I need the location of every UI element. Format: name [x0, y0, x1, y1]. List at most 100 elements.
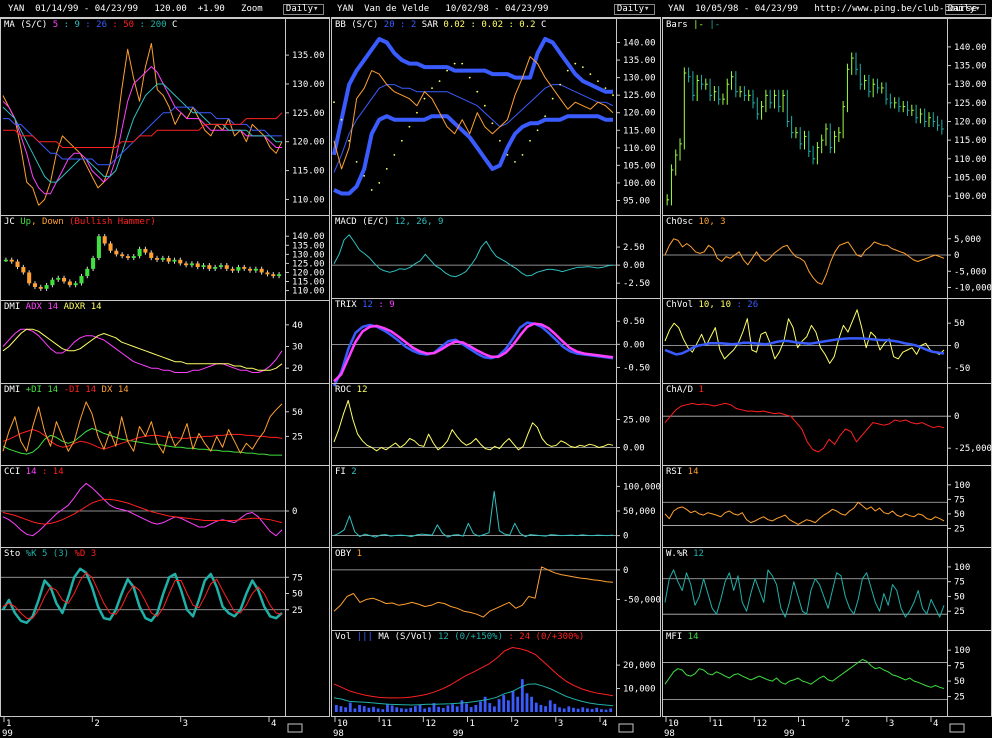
sar-dot	[408, 125, 411, 128]
candle-body	[154, 257, 160, 260]
panel-legend: Vol ||| MA (S/Vol) 12 (0/+150%) : 24 (0/…	[335, 632, 584, 642]
y-tick-label: 75	[954, 578, 965, 588]
y-tick-label: 125.00	[292, 109, 325, 119]
period-select-1[interactable]: Daily▾	[282, 4, 324, 15]
chevron-down-icon: ▾	[644, 4, 650, 14]
x-tick-label: 12	[756, 719, 767, 729]
candle-body	[67, 281, 72, 286]
series-chvol	[664, 309, 945, 364]
series-ma24	[333, 647, 614, 699]
legend-item: JC	[4, 217, 15, 227]
candle-body	[131, 256, 136, 258]
panel-rsi: RSI 14 100 75 50 25	[662, 465, 992, 534]
candle-body	[21, 267, 26, 273]
panel-legend: CCI 14 : 14	[4, 467, 64, 477]
scroll-control[interactable]	[949, 723, 965, 733]
scroll-control[interactable]	[618, 723, 634, 733]
sar-dot	[446, 69, 449, 72]
y-tick-label: 75	[292, 573, 303, 583]
candle-body	[213, 267, 218, 269]
legend-item: 14	[682, 632, 698, 642]
zoom-button[interactable]: Zoom	[241, 4, 263, 14]
y-tick-label: 0	[954, 412, 959, 422]
series-chosc	[664, 238, 945, 285]
y-tick-label: 140.00	[954, 43, 987, 53]
sar-dot	[521, 153, 524, 156]
candle-body	[195, 263, 200, 268]
sar-dot	[431, 87, 433, 90]
sar-dot	[551, 97, 554, 100]
x-tick-label: 11	[381, 719, 392, 729]
header-3-text: YAN 10/05/98 - 04/23/99 http://www.ping.…	[668, 4, 977, 14]
candle-body	[172, 259, 177, 262]
panel-chosc: ChOsc 10, 3 5,000 0 -5,000 -10,000	[662, 215, 992, 294]
y-tick-label: 0	[954, 342, 959, 352]
candle-body	[149, 252, 154, 258]
candle-body	[224, 265, 229, 269]
candle-body	[85, 268, 90, 277]
legend-item: 14	[682, 467, 698, 477]
y-tick-label: 105.00	[954, 173, 987, 183]
candle-body	[277, 274, 282, 277]
y-tick-label: 25	[292, 606, 303, 616]
sar-dot	[581, 66, 584, 68]
chevron-down-icon: ▾	[313, 4, 319, 14]
y-tick-label: 125.00	[623, 91, 656, 101]
sar-dot	[514, 160, 516, 163]
y-tick-label: 135.00	[292, 51, 325, 61]
sar-dot	[416, 111, 418, 114]
sar-dot	[468, 76, 471, 79]
period-select-3[interactable]: Daily▾	[944, 4, 986, 15]
panel-legend: TRIX 12 : 9	[335, 300, 395, 310]
panel-legend: ROC 12	[335, 385, 368, 395]
candle-body	[114, 250, 119, 255]
y-tick-label: 95.00	[623, 196, 650, 206]
y-tick-label: 135.00	[623, 56, 656, 66]
x-axis: 10 11 12 1 2 3 498 99	[331, 716, 661, 738]
legend-item: MA (S/Vol)	[373, 632, 433, 642]
sar-dot	[483, 104, 486, 107]
y-tick-label: 75	[954, 662, 965, 672]
legend-item: : 9	[373, 300, 395, 310]
y-tick-label: 25	[954, 607, 965, 617]
candle-body	[9, 259, 14, 262]
candle-body	[91, 257, 96, 269]
legend-item: +DI 14	[20, 385, 58, 395]
y-tick-label: 100	[954, 481, 970, 491]
panel-legend: W.%R 12	[666, 549, 704, 559]
panel-legend: ChA/D 1	[666, 385, 704, 395]
legend-item: : 26	[731, 300, 758, 310]
panel-legend: MFI 14	[666, 632, 699, 642]
y-tick-label: 100.00	[623, 179, 656, 189]
y-tick-label: 0	[954, 251, 959, 261]
period-select-2[interactable]: Daily▾	[613, 4, 655, 15]
y-tick-label: 120.00	[292, 138, 325, 148]
sar-dot	[340, 118, 343, 121]
candle-body	[201, 265, 206, 268]
column-header-2: YAN Van de Velde 10/02/98 - 04/23/99 Dai…	[331, 0, 661, 18]
legend-item: , Down	[31, 217, 64, 227]
legend-item: W.%R	[666, 549, 688, 559]
column-frame	[0, 18, 330, 717]
sar-dot	[438, 80, 441, 83]
y-tick-label: 20,000	[623, 661, 656, 671]
sar-dot	[400, 139, 403, 142]
y-tick-label: 50	[954, 510, 965, 520]
y-tick-label: -25,000	[954, 444, 992, 454]
y-tick-label: 130.00	[954, 80, 987, 90]
y-tick-label: 10,000	[623, 685, 656, 695]
x-year-label: 98	[333, 729, 344, 738]
y-tick-label: 0	[623, 566, 628, 576]
legend-item: 12	[351, 385, 367, 395]
legend-item: |-	[688, 20, 704, 30]
x-tick-label: 1	[801, 719, 806, 729]
panel-legend: RSI 14	[666, 467, 699, 477]
series-ma26	[664, 337, 945, 356]
legend-item: : 0.2	[503, 20, 536, 30]
panel-jc: JC Up, Down (Bullish Hammer)140.00135.00…	[0, 215, 330, 297]
y-tick-label: 2.50	[623, 243, 645, 253]
x-year-label: 99	[453, 729, 464, 738]
legend-item: TRIX	[335, 300, 357, 310]
scroll-control[interactable]	[287, 723, 303, 733]
sar-dot	[536, 129, 539, 132]
